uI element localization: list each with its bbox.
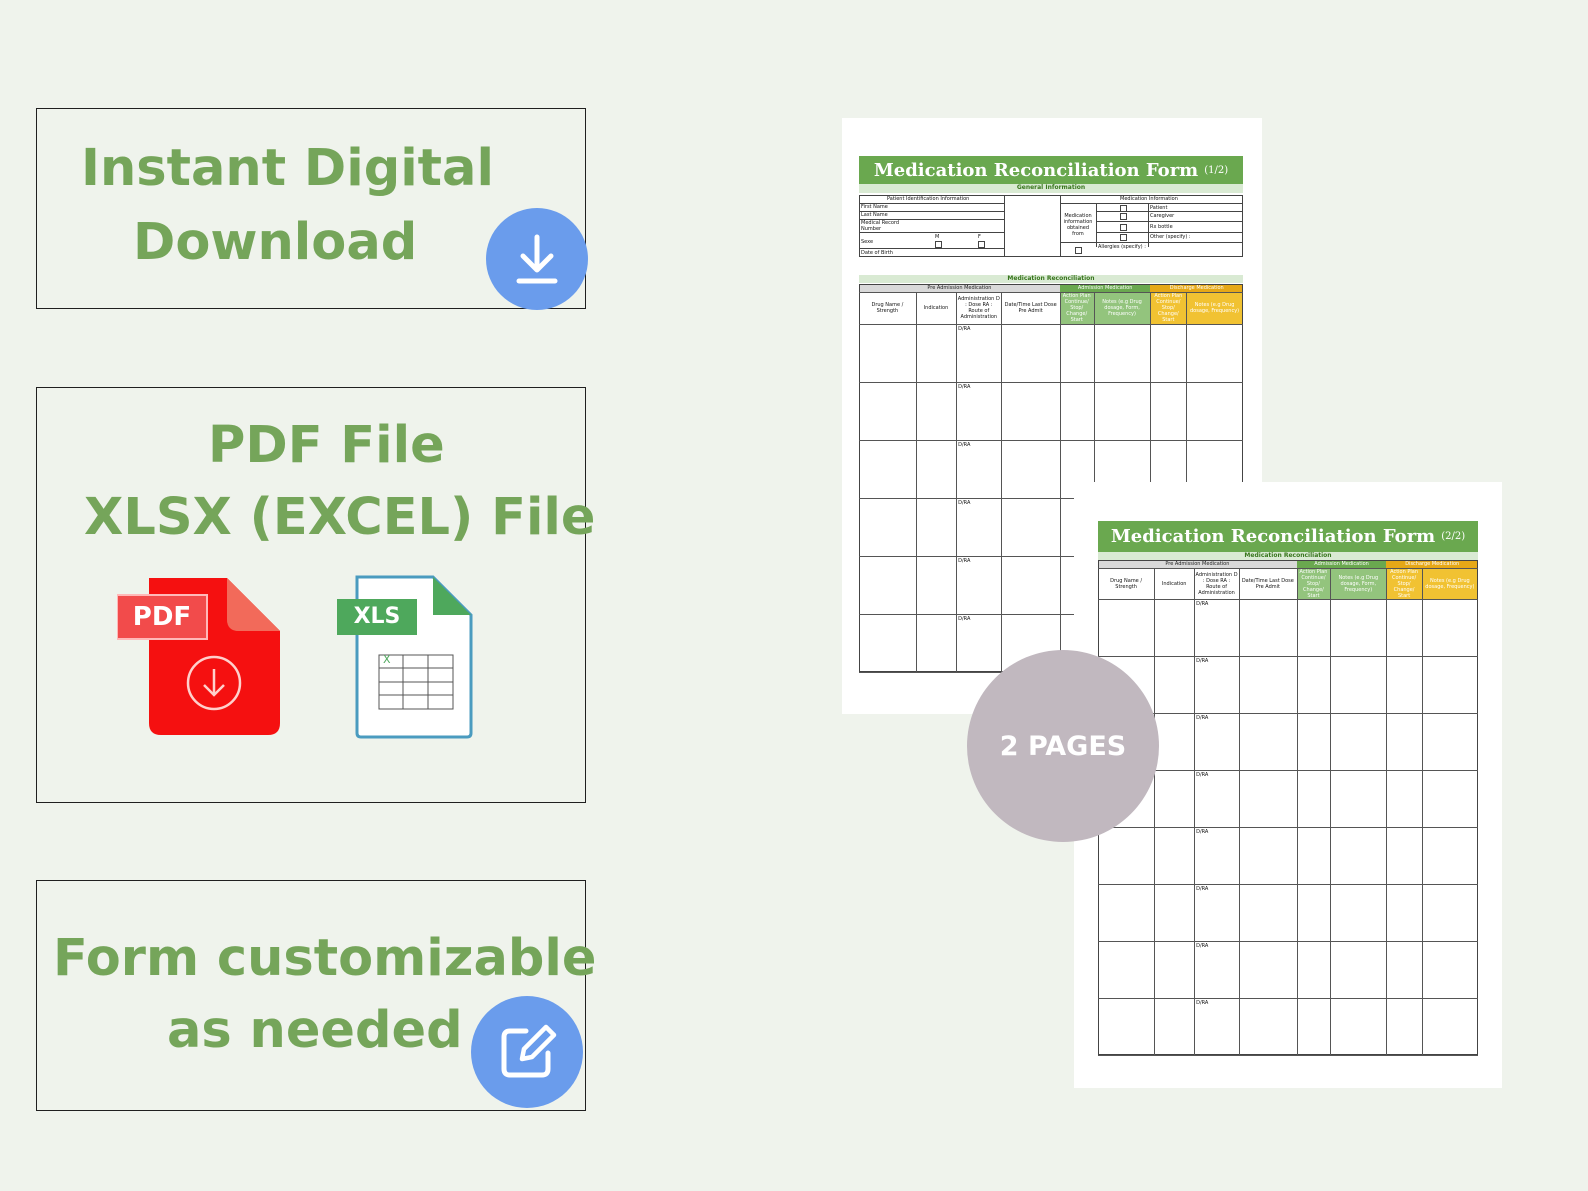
source-patient: Patient <box>1150 205 1168 211</box>
field-mrn: Medical Record Number <box>861 220 900 232</box>
pages-badge: 2 PAGES <box>967 650 1159 842</box>
row-divider <box>1098 884 1478 885</box>
customizable-line1: Form customizable <box>53 929 597 988</box>
customizable-line2: as needed <box>167 1001 463 1060</box>
row-dra-mark: D/RA <box>1196 1000 1209 1006</box>
source-rx-bottle: Rx bottle <box>1150 224 1173 230</box>
row-divider <box>1098 827 1478 828</box>
source-other: Other (specify) : <box>1150 234 1191 240</box>
xls-cell-mark: X <box>383 653 391 666</box>
column-divider <box>1238 568 1240 1055</box>
page2-title: Medication Reconciliation Form (2/2) <box>1098 521 1478 552</box>
row-dra-mark: D/RA <box>1196 943 1209 949</box>
row-divider <box>1098 656 1478 657</box>
sex-m-checkbox[interactable] <box>935 241 942 248</box>
column-divider <box>1330 568 1332 1055</box>
row-dra-mark: D/RA <box>958 442 971 448</box>
medication-info-header: Medication Information <box>1120 196 1178 202</box>
source-caregiver: Caregiver <box>1150 213 1175 219</box>
row-dra-mark: D/RA <box>1196 658 1209 664</box>
page1-med-recon-bar: Medication Reconciliation <box>859 275 1243 283</box>
row-dra-mark: D/RA <box>958 500 971 506</box>
source-checkbox-3[interactable] <box>1120 224 1127 231</box>
allergies-checkbox[interactable] <box>1075 247 1082 254</box>
row-divider <box>1098 599 1478 600</box>
source-checkbox-2[interactable] <box>1120 213 1127 220</box>
row-divider <box>859 292 1243 293</box>
field-first-name: First Name <box>861 204 888 210</box>
page1-title: Medication Reconciliation Form (1/2) <box>859 156 1243 184</box>
edit-icon[interactable] <box>471 996 583 1108</box>
row-divider <box>1098 941 1478 942</box>
column-divider <box>1154 568 1156 1055</box>
row-dra-mark: D/RA <box>958 558 971 564</box>
row-dra-mark: D/RA <box>1196 715 1209 721</box>
sex-option-m: M <box>935 234 940 240</box>
pdf-badge-text: PDF <box>132 602 192 632</box>
field-dob: Date of Birth <box>861 250 893 256</box>
row-divider <box>1098 1055 1478 1056</box>
pdf-file-label: PDF File <box>208 416 445 475</box>
xlsx-file-label: XLSX (EXCEL) File <box>84 488 596 547</box>
row-divider <box>859 324 1243 325</box>
patient-id-header: Patient Identification Information <box>887 196 970 202</box>
obtained-from-label: Medication information obtained from <box>1063 213 1093 237</box>
column-divider <box>1296 568 1298 1055</box>
sex-f-checkbox[interactable] <box>978 241 985 248</box>
row-divider <box>859 382 1243 383</box>
column-divider <box>1421 568 1423 1055</box>
column-divider <box>1194 568 1196 1055</box>
allergies-label: Allergies (specify) : <box>1098 244 1146 250</box>
field-last-name: Last Name <box>861 212 888 218</box>
row-dra-mark: D/RA <box>958 384 971 390</box>
page2-med-table: Pre Admission Medication Admission Medica… <box>1098 560 1478 1056</box>
xls-badge-text: XLS <box>353 604 401 629</box>
row-divider <box>1098 713 1478 714</box>
general-info-bar: General Information <box>859 184 1243 193</box>
column-divider <box>1059 292 1061 672</box>
row-divider <box>1098 568 1478 569</box>
download-title-line1: Instant Digital <box>81 139 494 198</box>
file-types-panel: PDF File XLSX (EXCEL) File PDF XLS X <box>36 387 596 803</box>
page2-med-recon-bar: Medication Reconciliation <box>1098 552 1478 560</box>
column-divider <box>1386 568 1388 1055</box>
row-divider <box>859 440 1243 441</box>
row-dra-mark: D/RA <box>1196 886 1209 892</box>
column-divider <box>915 292 917 672</box>
column-divider <box>1001 292 1003 672</box>
row-dra-mark: D/RA <box>1196 601 1209 607</box>
source-checkbox-1[interactable] <box>1120 205 1127 212</box>
row-dra-mark: D/RA <box>958 616 971 622</box>
pdf-file-icon: PDF <box>116 573 287 743</box>
column-divider <box>956 292 958 672</box>
download-title-line2: Download <box>133 213 418 272</box>
field-sex: Sexe <box>861 239 874 245</box>
row-dra-mark: D/RA <box>958 326 971 332</box>
row-dra-mark: D/RA <box>1196 772 1209 778</box>
xls-file-icon: XLS X <box>337 573 477 743</box>
row-divider <box>1098 998 1478 999</box>
download-icon[interactable] <box>486 208 588 310</box>
sex-option-f: F <box>978 234 981 240</box>
source-checkbox-4[interactable] <box>1120 234 1127 241</box>
row-dra-mark: D/RA <box>1196 829 1209 835</box>
